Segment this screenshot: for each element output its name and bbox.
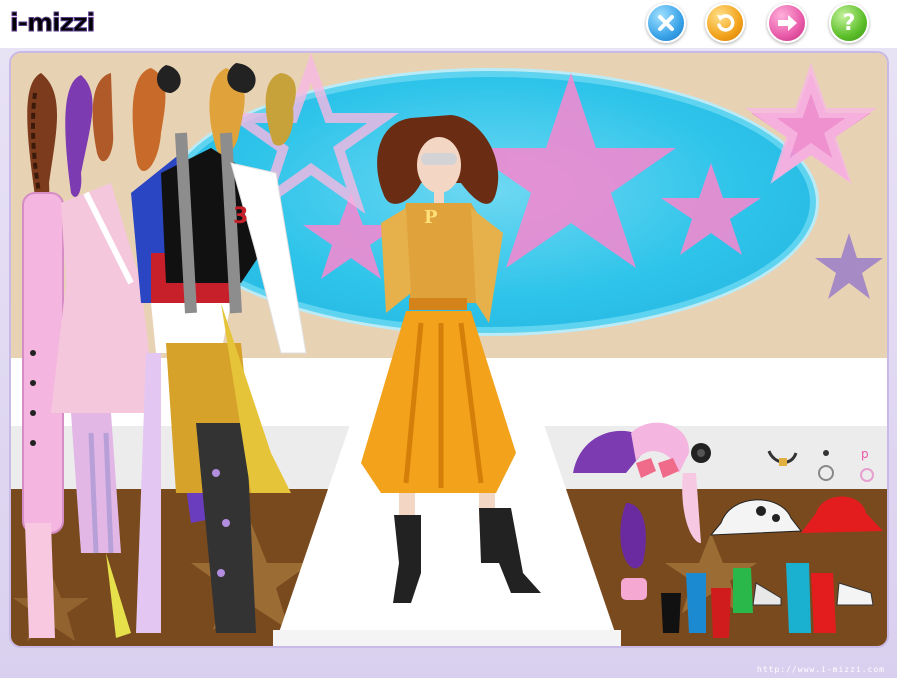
game-screen: i-mizzi ? 3 P p http://www.i-mizzi.com [0,0,897,678]
fedora-option[interactable] [801,496,883,534]
help-button[interactable]: ? [829,3,869,43]
cowboy-hat-option[interactable] [709,499,802,536]
close-button[interactable] [646,3,686,43]
handbag-option[interactable] [621,578,647,600]
shoe-option[interactable] [733,568,753,613]
shoe-option[interactable] [836,582,874,606]
shoe-option[interactable] [752,582,782,606]
reset-icon [717,14,735,32]
logo-text: i-mizzi [9,8,95,38]
help-icon: ? [842,10,856,36]
dressup-stage: 3 P p [9,51,889,648]
shoe-option[interactable] [811,573,836,633]
accessory-shelf: p [573,422,883,638]
i-mizzi-logo[interactable]: i-mizzi [9,8,95,38]
reset-button[interactable] [705,3,745,43]
shoe-option[interactable] [661,593,681,633]
svg-text:p: p [861,447,869,461]
next-arrow-icon [778,15,797,31]
earring-option[interactable] [818,450,834,481]
shoe-option[interactable] [711,588,731,638]
flower-option[interactable] [691,443,711,463]
next-button[interactable] [767,3,807,43]
sunglasses-option[interactable] [636,458,679,478]
close-icon [658,15,674,31]
shoe-option[interactable] [686,573,706,633]
earring-option[interactable]: p [860,447,874,482]
necklace-option[interactable] [767,450,798,466]
shoe-option[interactable] [786,563,811,633]
site-url[interactable]: http://www.i-mizzi.com [757,665,885,674]
